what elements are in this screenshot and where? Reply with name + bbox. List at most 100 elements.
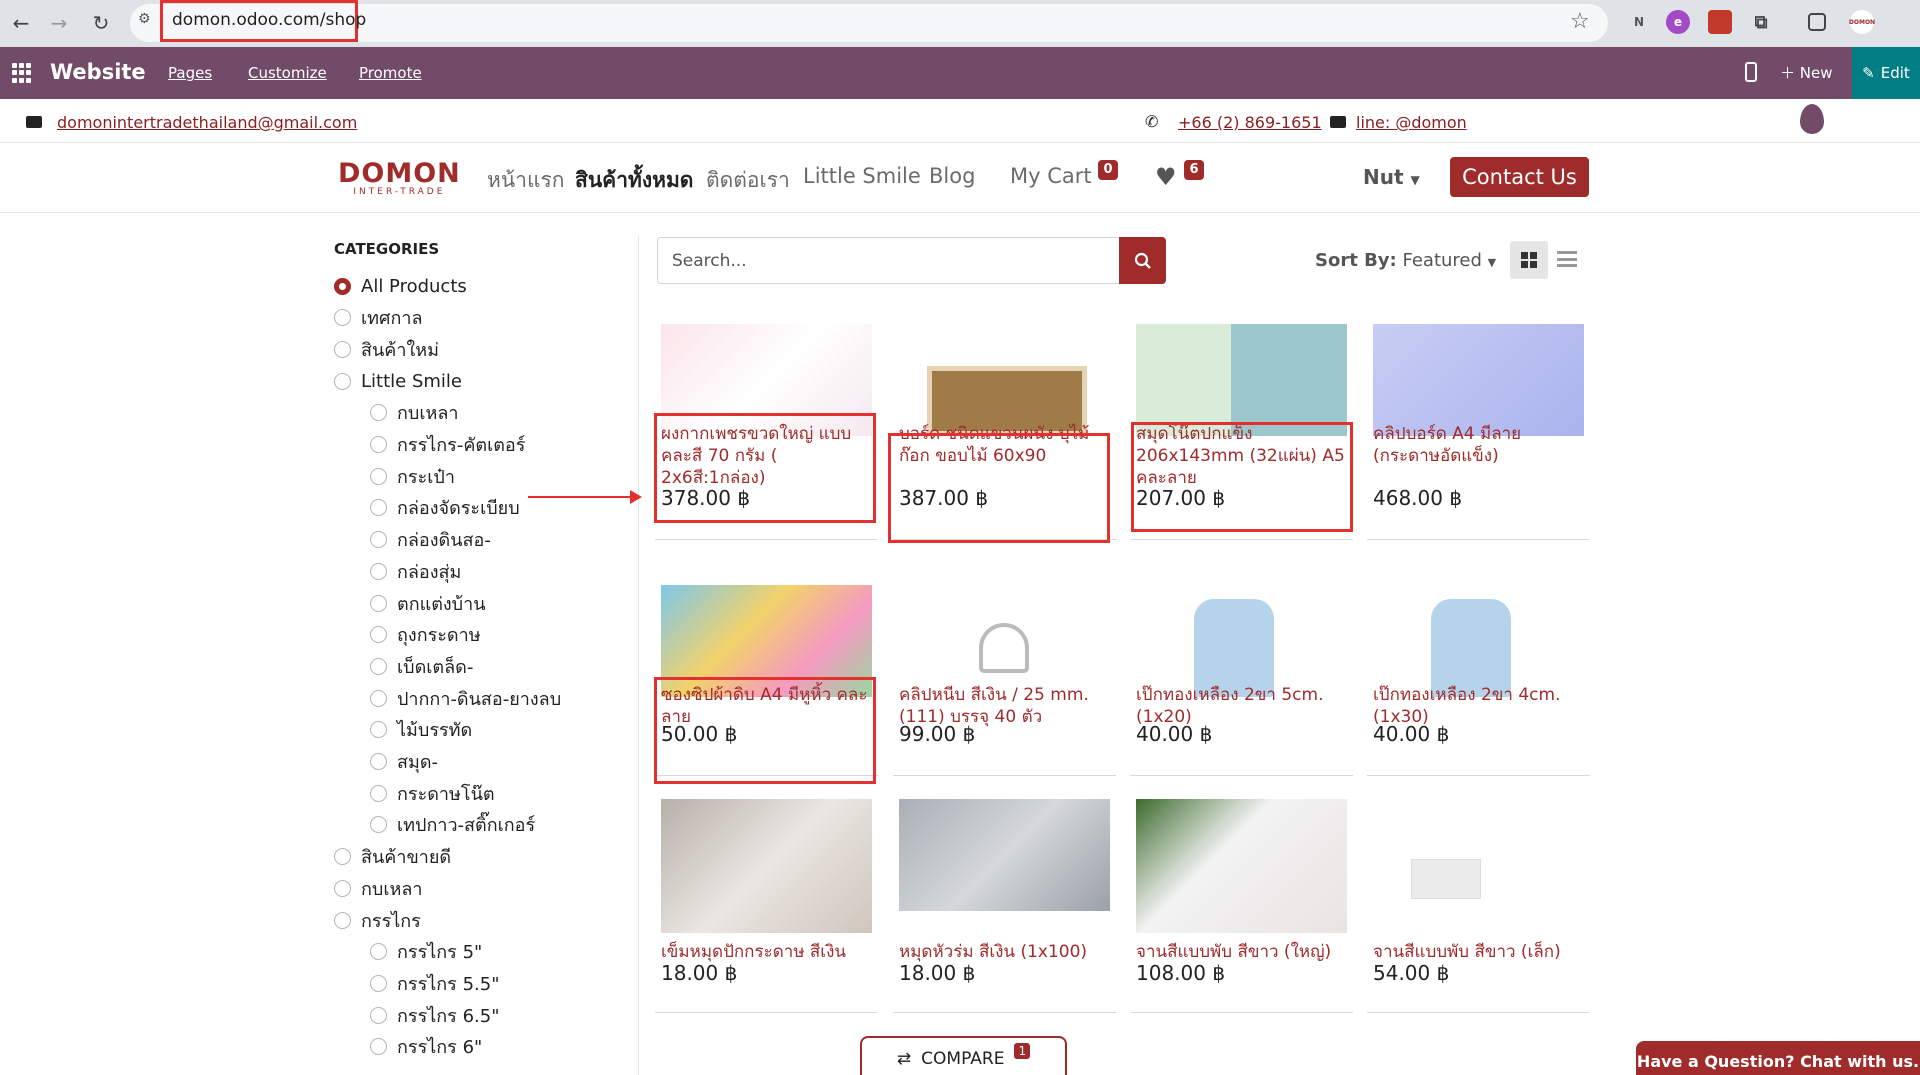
category-item[interactable]: กรรไกร-คัตเตอร์ bbox=[370, 433, 525, 457]
category-item[interactable]: ถุงกระดาษ bbox=[370, 623, 481, 647]
category-item[interactable]: สมุด- bbox=[370, 750, 438, 774]
sort-dropdown[interactable]: Sort By: Featured ▼ bbox=[1315, 250, 1496, 271]
product-name[interactable]: เข็มหมุดปักกระดาษ สีเงิน bbox=[661, 941, 872, 963]
category-radio[interactable] bbox=[334, 848, 351, 866]
category-radio[interactable] bbox=[370, 974, 387, 992]
category-item[interactable]: All Products bbox=[334, 274, 467, 298]
category-item[interactable]: กรรไกร bbox=[334, 908, 421, 932]
product-image[interactable] bbox=[1136, 585, 1347, 697]
category-radio[interactable] bbox=[334, 309, 351, 327]
category-radio[interactable] bbox=[370, 467, 387, 485]
category-radio[interactable] bbox=[370, 784, 387, 802]
category-radio[interactable] bbox=[334, 372, 351, 390]
product-name[interactable]: จานสีแบบพับ สีขาว (ใหญ่) bbox=[1136, 941, 1347, 963]
url-text[interactable]: domon.odoo.com/shop bbox=[172, 10, 366, 30]
profile-avatar[interactable]: DOMON bbox=[1849, 10, 1875, 34]
user-menu[interactable]: Nut ▼ bbox=[1363, 165, 1420, 189]
product-name[interactable]: จานสีแบบพับ สีขาว (เล็ก) bbox=[1373, 941, 1584, 963]
category-radio[interactable] bbox=[370, 436, 387, 453]
product-image[interactable] bbox=[1136, 799, 1347, 933]
category-item[interactable]: เบ็ดเตล็ด- bbox=[370, 654, 473, 678]
category-item[interactable]: กระเป๋า bbox=[370, 464, 455, 488]
grid-view-toggle[interactable] bbox=[1510, 241, 1548, 279]
product-image[interactable] bbox=[1373, 585, 1584, 697]
edit-button[interactable]: ✎ Edit bbox=[1852, 47, 1920, 99]
pages-link[interactable]: Pages bbox=[168, 64, 212, 82]
customize-link[interactable]: Customize bbox=[248, 64, 327, 82]
compare-button[interactable]: ⇄ COMPARE 1 bbox=[860, 1036, 1067, 1075]
category-radio[interactable] bbox=[370, 943, 387, 961]
product-image[interactable] bbox=[899, 324, 1110, 436]
category-radio[interactable] bbox=[370, 531, 387, 549]
new-button[interactable]: ＋ New bbox=[1780, 62, 1833, 83]
category-radio[interactable] bbox=[334, 277, 351, 295]
wishlist-heart-icon[interactable]: ♥ bbox=[1155, 163, 1177, 191]
product-image[interactable] bbox=[1373, 324, 1584, 436]
category-radio[interactable] bbox=[370, 594, 387, 612]
sidepanel-icon[interactable] bbox=[1808, 13, 1826, 31]
product-name[interactable]: คลิปบอร์ด A4 มีลาย (กระดาษอัดแข็ง) bbox=[1373, 423, 1584, 467]
menu-all-products[interactable]: สินค้าทั้งหมด bbox=[575, 164, 693, 197]
category-radio[interactable] bbox=[370, 816, 387, 834]
category-item[interactable]: ไม้บรรทัด bbox=[370, 718, 472, 742]
extension-icon[interactable]: N bbox=[1627, 10, 1651, 34]
live-chat-button[interactable]: Have a Question? Chat with us. bbox=[1636, 1041, 1920, 1075]
category-item[interactable]: Little Smile bbox=[334, 369, 462, 393]
product-image[interactable] bbox=[899, 585, 1110, 697]
category-radio[interactable] bbox=[370, 1006, 387, 1024]
category-item[interactable]: กบเหลา bbox=[370, 401, 458, 425]
reload-icon[interactable]: ↻ bbox=[86, 8, 116, 38]
category-radio[interactable] bbox=[370, 499, 387, 517]
category-radio[interactable] bbox=[370, 1038, 387, 1056]
category-item[interactable]: กรรไกร 5" bbox=[370, 940, 482, 964]
menu-blog[interactable]: Blog bbox=[929, 164, 975, 188]
category-item[interactable]: กล่องสุ่ม bbox=[370, 559, 461, 583]
apps-grid-icon[interactable] bbox=[12, 63, 32, 83]
category-radio[interactable] bbox=[370, 562, 387, 580]
my-cart-link[interactable]: My Cart bbox=[1010, 164, 1092, 188]
menu-contact[interactable]: ติดต่อเรา bbox=[706, 164, 790, 197]
category-item[interactable]: กรรไกร 6" bbox=[370, 1035, 482, 1059]
category-radio[interactable] bbox=[370, 404, 387, 422]
product-image[interactable] bbox=[1136, 324, 1347, 436]
category-item[interactable]: เทปกาว-สติ๊กเกอร์ bbox=[370, 813, 535, 837]
email-link[interactable]: domonintertradethailand@gmail.com bbox=[57, 113, 357, 132]
category-radio[interactable] bbox=[370, 626, 387, 644]
odoo-app-title[interactable]: Website bbox=[50, 60, 146, 84]
category-item[interactable]: กล่องดินสอ- bbox=[370, 528, 491, 552]
line-link[interactable]: line: @domon bbox=[1356, 113, 1467, 132]
category-item[interactable]: สินค้าใหม่ bbox=[334, 337, 439, 361]
category-item[interactable]: กล่องจัดระเบียบ bbox=[370, 496, 520, 520]
category-item[interactable]: กรรไกร 6.5" bbox=[370, 1003, 499, 1027]
category-item[interactable]: กบเหลา bbox=[334, 876, 422, 900]
extension-icon[interactable] bbox=[1708, 10, 1732, 34]
category-radio[interactable] bbox=[334, 340, 351, 358]
category-item[interactable]: เทศกาล bbox=[334, 306, 422, 330]
product-image[interactable] bbox=[1373, 799, 1584, 933]
menu-little-smile[interactable]: Little Smile bbox=[803, 164, 921, 188]
category-radio[interactable] bbox=[334, 911, 351, 929]
search-input[interactable]: Search... bbox=[657, 237, 1120, 284]
promote-link[interactable]: Promote bbox=[359, 64, 422, 82]
menu-home[interactable]: หน้าแรก bbox=[487, 164, 565, 197]
category-radio[interactable] bbox=[370, 657, 387, 675]
contact-us-button[interactable]: Contact Us bbox=[1450, 157, 1589, 197]
back-icon[interactable]: ← bbox=[6, 8, 36, 38]
bookmark-star-icon[interactable]: ☆ bbox=[1570, 9, 1590, 34]
domon-logo[interactable]: DOMON INTER-TRADE bbox=[338, 160, 461, 197]
category-radio[interactable] bbox=[334, 879, 351, 897]
search-button[interactable] bbox=[1119, 237, 1166, 284]
category-radio[interactable] bbox=[370, 689, 387, 707]
category-radio[interactable] bbox=[370, 753, 387, 770]
category-item[interactable]: กระดาษโน๊ต bbox=[370, 781, 495, 805]
category-item[interactable]: สินค้าขายดี bbox=[334, 845, 451, 869]
category-item[interactable]: ปากกา-ดินสอ-ยางลบ bbox=[370, 686, 561, 710]
product-image[interactable] bbox=[899, 799, 1110, 911]
extensions-puzzle-icon[interactable]: ⧉ bbox=[1749, 10, 1773, 34]
extension-icon[interactable]: e bbox=[1666, 10, 1690, 34]
product-name[interactable]: หมุดหัวร่ม สีเงิน (1x100) bbox=[899, 941, 1110, 963]
site-info-icon[interactable]: ⚙ bbox=[138, 11, 158, 31]
mobile-preview-icon[interactable] bbox=[1745, 62, 1757, 82]
forward-icon[interactable]: → bbox=[44, 8, 74, 38]
category-radio[interactable] bbox=[370, 721, 387, 739]
